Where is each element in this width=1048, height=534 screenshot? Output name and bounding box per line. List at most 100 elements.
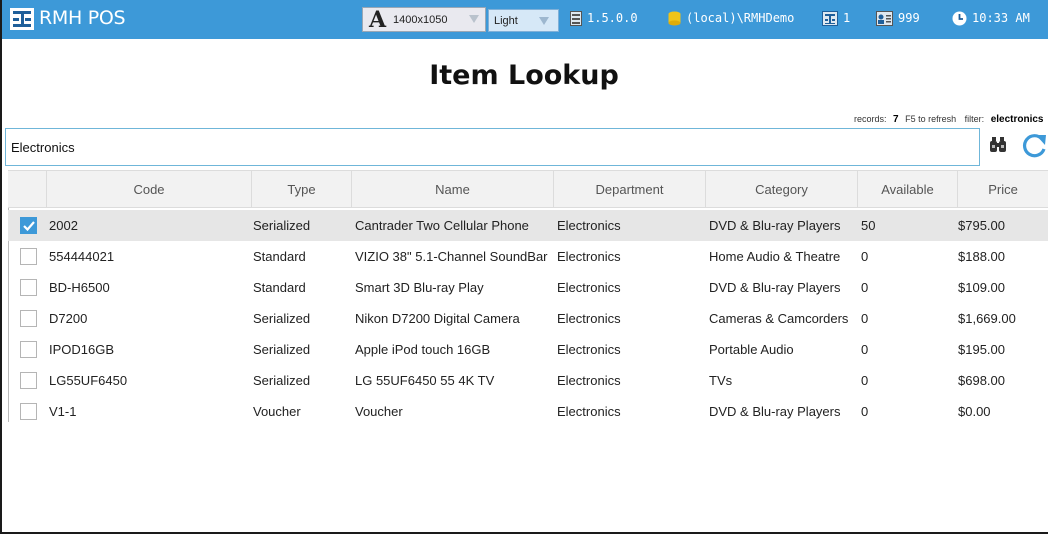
chevron-down-icon (539, 17, 549, 25)
column-header-code[interactable]: Code (46, 171, 251, 208)
cell-department: Electronics (557, 373, 621, 388)
cell-category: TVs (709, 373, 733, 388)
register-icon (822, 11, 838, 26)
database-indicator: (local)\RMHDemo (668, 11, 794, 26)
table-header: Code Type Name Department Category Avail… (8, 170, 1048, 208)
cell-code: IPOD16GB (49, 342, 115, 357)
column-header-select[interactable] (8, 171, 46, 208)
page-title: Item Lookup (429, 60, 619, 91)
items-table: Code Type Name Department Category Avail… (8, 170, 1048, 422)
cell-name: Apple iPod touch 16GB (355, 342, 491, 357)
row-checkbox[interactable] (20, 279, 37, 296)
rmh-logo-icon (10, 8, 34, 30)
table-row[interactable]: 2002 Serialized Cantrader Two Cellular Pho… (8, 210, 1048, 241)
resolution-dropdown[interactable]: A 1400x1050 (362, 7, 486, 33)
cell-department: Electronics (557, 342, 621, 357)
cell-category: Home Audio & Theatre (709, 249, 841, 264)
table-row[interactable]: LG55UF6450 Serialized LG 55UF6450 55 4K TV… (8, 365, 1048, 396)
cell-name: LG 55UF6450 55 4K TV (355, 373, 495, 388)
records-label: records: (854, 114, 887, 124)
cell-price: $795.00 (958, 218, 1005, 233)
title-bar: RMH POS A 1400x1050 Light 1.5.0.0 (local… (0, 0, 1048, 39)
cell-name: Voucher (355, 404, 403, 419)
checkmark-icon (23, 221, 35, 232)
cell-name: Cantrader Two Cellular Phone (355, 218, 529, 233)
row-checkbox[interactable] (20, 217, 37, 234)
cashier-indicator: 999 (876, 11, 920, 26)
cell-department: Electronics (557, 404, 621, 419)
cell-code: V1-1 (49, 404, 77, 419)
filter-label: filter: (964, 114, 985, 124)
row-checkbox[interactable] (20, 372, 37, 389)
theme-value: Light (494, 15, 518, 27)
table-row[interactable]: 554444021 Standard VIZIO 38" 5.1-Channel S… (8, 241, 1048, 272)
cell-category: Portable Audio (709, 342, 794, 357)
cell-department: Electronics (557, 249, 621, 264)
cell-available: 50 (861, 218, 876, 233)
column-header-category[interactable]: Category (705, 171, 857, 208)
column-header-price[interactable]: Price (957, 171, 1048, 208)
version-indicator: 1.5.0.0 (570, 11, 638, 26)
filter-value: electronics (990, 114, 1044, 125)
cell-price: $195.00 (958, 342, 1005, 357)
column-header-type[interactable]: Type (251, 171, 351, 208)
theme-dropdown[interactable]: Light (488, 9, 559, 32)
column-header-name[interactable]: Name (351, 171, 553, 208)
cell-price: $188.00 (958, 249, 1005, 264)
cell-code: 2002 (49, 218, 78, 233)
column-header-available[interactable]: Available (857, 171, 957, 208)
clock-text: 10:33 AM (972, 11, 1030, 25)
row-checkbox[interactable] (20, 403, 37, 420)
app-title: RMH POS (39, 7, 126, 29)
cell-code: BD-H6500 (49, 280, 110, 295)
cell-code: LG55UF6450 (49, 373, 128, 388)
cell-available: 0 (861, 373, 869, 388)
cell-name: Smart 3D Blu-ray Play (355, 280, 484, 295)
cell-department: Electronics (557, 280, 621, 295)
cell-category: DVD & Blu-ray Players (709, 404, 841, 419)
cell-department: Electronics (557, 311, 621, 326)
cell-available: 0 (861, 311, 869, 326)
cell-type: Voucher (253, 404, 301, 419)
search-input[interactable] (5, 128, 980, 166)
table-row[interactable]: D7200 Serialized Nikon D7200 Digital Camer… (8, 303, 1048, 334)
row-checkbox[interactable] (20, 310, 37, 327)
clock-icon (952, 11, 967, 26)
table-row[interactable]: IPOD16GB Serialized Apple iPod touch 16GB E… (8, 334, 1048, 365)
table-row[interactable]: V1-1 Voucher Voucher Electronics DVD & Blu-r… (8, 396, 1048, 427)
column-header-department[interactable]: Department (553, 171, 705, 208)
version-text: 1.5.0.0 (587, 11, 638, 25)
cell-code: 554444021 (49, 249, 115, 264)
cashier-text: 999 (898, 11, 920, 25)
cell-type: Standard (253, 249, 306, 264)
binoculars-icon[interactable] (989, 137, 1007, 153)
row-checkbox[interactable] (20, 341, 37, 358)
table-row[interactable]: BD-H6500 Standard Smart 3D Blu-ray Play Ele… (8, 272, 1048, 303)
cell-available: 0 (861, 280, 869, 295)
cell-code: D7200 (49, 311, 88, 326)
register-indicator: 1 (822, 11, 850, 26)
database-icon (668, 11, 681, 26)
server-icon (570, 11, 582, 26)
cell-available: 0 (861, 404, 869, 419)
cell-available: 0 (861, 249, 869, 264)
cell-type: Serialized (253, 311, 311, 326)
refresh-icon[interactable] (1020, 133, 1048, 159)
cell-type: Serialized (253, 218, 311, 233)
row-checkbox[interactable] (20, 248, 37, 265)
cashier-icon (876, 11, 893, 26)
cell-price: $109.00 (958, 280, 1005, 295)
cell-name: VIZIO 38" 5.1-Channel SoundBar (355, 249, 548, 264)
refresh-hint: F5 to refresh (905, 114, 957, 124)
database-text: (local)\RMHDemo (686, 11, 795, 25)
cell-category: DVD & Blu-ray Players (709, 218, 841, 233)
cell-name: Nikon D7200 Digital Camera (355, 311, 520, 326)
cell-type: Serialized (253, 342, 311, 357)
register-text: 1 (843, 11, 851, 25)
records-count: 7 (893, 114, 899, 125)
chevron-down-icon (469, 15, 479, 23)
cell-price: $0.00 (958, 404, 991, 419)
cell-price: $698.00 (958, 373, 1005, 388)
records-status: records: 7 F5 to refresh filter: electro… (854, 114, 1044, 125)
cell-price: $1,669.00 (958, 311, 1016, 326)
